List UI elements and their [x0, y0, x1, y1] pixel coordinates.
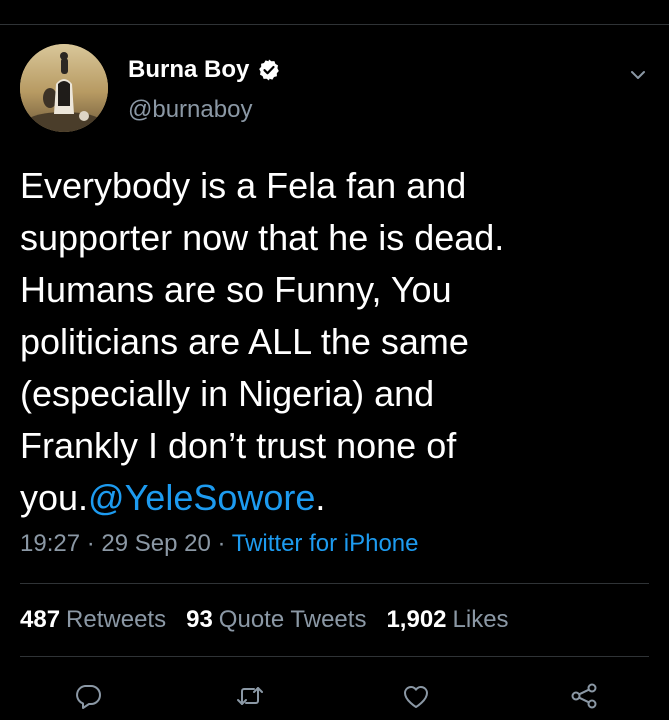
meta-separator: ·	[80, 530, 102, 557]
share-icon[interactable]	[568, 680, 600, 712]
tweet-text-line: Frankly I don’t trust none of	[20, 425, 457, 466]
tweet-text-line: politicians are ALL the same	[20, 321, 469, 362]
tweet-text-line: supporter now that he is dead.	[20, 217, 505, 258]
top-divider	[0, 24, 669, 25]
likes-count: 1,902	[386, 606, 447, 633]
tweet-header: Burna Boy @burnaboy	[20, 44, 649, 134]
tweet-text-line: (especially in Nigeria) and	[20, 373, 435, 414]
retweets-stat[interactable]: 487 Retweets	[20, 604, 166, 636]
verified-badge-icon	[257, 58, 281, 82]
mention-link[interactable]: @YeleSowore	[88, 477, 315, 518]
meta-separator: ·	[210, 530, 232, 557]
tweet-text-line: Humans are so Funny, You	[20, 269, 452, 310]
tweet-text-line: Everybody is a Fela fan and	[20, 165, 467, 206]
likes-stat[interactable]: 1,902 Likes	[386, 604, 508, 636]
display-name[interactable]: Burna Boy	[128, 56, 249, 84]
quote-tweets-label: Quote Tweets	[218, 606, 367, 633]
chevron-down-icon[interactable]	[627, 64, 649, 86]
reply-icon[interactable]	[72, 680, 104, 712]
likes-label: Likes	[452, 606, 509, 633]
tweet-text-line-last: you.@YeleSowore.	[20, 472, 640, 524]
divider	[20, 583, 649, 584]
tweet-meta: 19:27 · 29 Sep 20 · Twitter for iPhone	[20, 528, 418, 560]
avatar[interactable]	[20, 44, 108, 132]
tweet-actions-bar	[0, 672, 669, 716]
tweet-text-fragment: you.	[20, 477, 89, 518]
tweet-text: Everybody is a Fela fan and supporter no…	[20, 160, 640, 524]
tweet-date[interactable]: 29 Sep 20	[101, 530, 210, 557]
author-handle[interactable]: @burnaboy	[128, 96, 252, 124]
quote-tweets-stat[interactable]: 93 Quote Tweets	[186, 604, 366, 636]
tweet-time[interactable]: 19:27	[20, 530, 80, 557]
retweets-label: Retweets	[66, 606, 167, 633]
tweet-stats: 487 Retweets 93 Quote Tweets 1,902 Likes	[20, 604, 509, 636]
quote-tweets-count: 93	[186, 606, 213, 633]
tweet-text-fragment: .	[315, 477, 326, 518]
author-name-row[interactable]: Burna Boy	[128, 56, 281, 84]
divider	[20, 656, 649, 657]
retweets-count: 487	[20, 606, 61, 633]
like-icon[interactable]	[400, 680, 432, 712]
tweet-source-link[interactable]: Twitter for iPhone	[232, 530, 419, 557]
retweet-icon[interactable]	[234, 680, 266, 712]
